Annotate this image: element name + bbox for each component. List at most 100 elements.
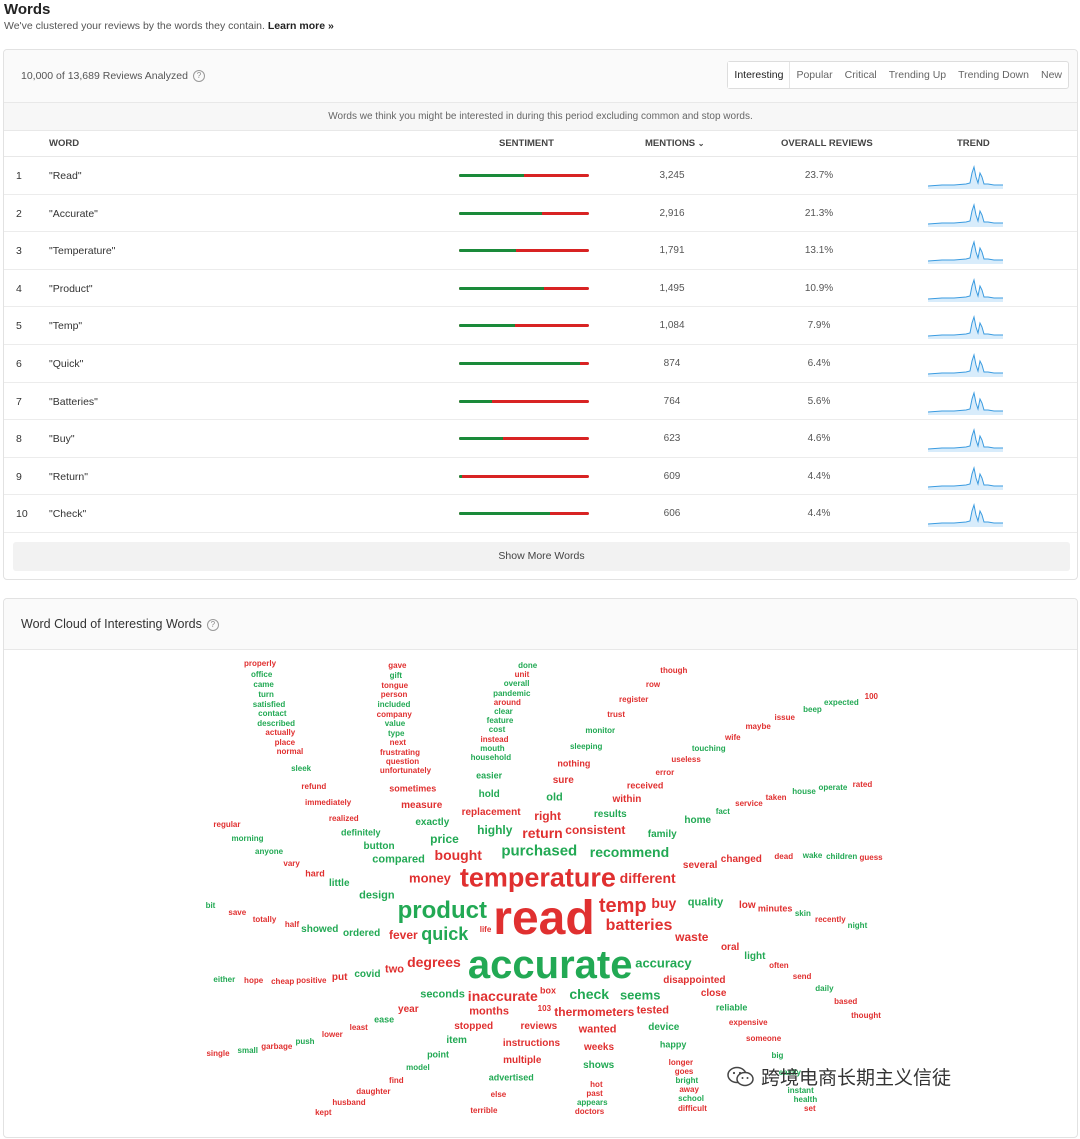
cloud-word[interactable]: buy [651, 896, 676, 910]
cloud-word[interactable]: showed [301, 924, 338, 935]
cloud-word[interactable]: received [627, 781, 664, 791]
cloud-word[interactable]: turn [258, 690, 274, 699]
cloud-word[interactable]: though [660, 666, 687, 675]
cloud-word[interactable]: husband [332, 1099, 365, 1107]
cloud-word[interactable]: advertised [489, 1073, 534, 1083]
cloud-word[interactable]: type [388, 729, 404, 738]
cloud-word[interactable]: wake [803, 852, 823, 860]
cloud-word[interactable]: hot [590, 1080, 602, 1089]
cloud-word[interactable]: life [480, 925, 492, 934]
cloud-word[interactable]: mouth [480, 744, 504, 753]
row-word[interactable]: "Product" [49, 283, 93, 295]
cloud-word[interactable]: thought [851, 1012, 881, 1020]
cloud-word[interactable]: bright [675, 1076, 698, 1085]
table-row[interactable]: 5 "Temp" 1,084 7.9% [4, 307, 1077, 345]
cloud-word[interactable]: night [848, 922, 868, 930]
cloud-word[interactable]: past [586, 1089, 602, 1098]
cloud-word[interactable]: stopped [454, 1021, 493, 1032]
cloud-word[interactable]: nothing [557, 759, 590, 768]
cloud-word[interactable]: overall [504, 680, 530, 688]
cloud-word[interactable]: lower [322, 1031, 343, 1039]
cloud-word[interactable]: home [684, 815, 711, 826]
cloud-word[interactable]: done [518, 662, 537, 670]
row-word[interactable]: "Temperature" [49, 245, 115, 257]
cloud-word[interactable]: device [648, 1022, 679, 1033]
cloud-word[interactable]: gift [390, 671, 402, 680]
cloud-word[interactable]: cost [489, 726, 505, 734]
cloud-word[interactable]: tested [637, 1005, 669, 1016]
cloud-word[interactable]: ease [374, 1015, 394, 1024]
cloud-word[interactable]: button [364, 842, 395, 852]
cloud-word[interactable]: person [381, 691, 408, 699]
cloud-word[interactable]: error [656, 768, 675, 777]
cloud-word[interactable]: light [744, 951, 765, 962]
cloud-word[interactable]: results [594, 809, 627, 820]
cloud-word[interactable]: morning [231, 835, 263, 843]
cloud-word[interactable]: value [385, 720, 405, 728]
cloud-word[interactable]: accuracy [635, 956, 691, 969]
table-row[interactable]: 7 "Batteries" 764 5.6% [4, 383, 1077, 421]
cloud-word[interactable]: covid [354, 969, 380, 980]
cloud-word[interactable]: difficult [678, 1104, 707, 1113]
cloud-word[interactable]: reviews [520, 1021, 557, 1032]
cloud-word[interactable]: monitor [585, 726, 615, 735]
cloud-word[interactable]: compared [372, 854, 425, 866]
cloud-word[interactable]: family [648, 830, 677, 840]
cloud-word[interactable]: close [701, 989, 727, 999]
cloud-word[interactable]: health [794, 1096, 818, 1104]
cloud-word[interactable]: exactly [415, 817, 449, 828]
cloud-word[interactable]: question [386, 757, 419, 766]
cloud-word[interactable]: realized [329, 814, 359, 823]
cloud-word[interactable]: unit [515, 671, 530, 679]
cloud-word[interactable]: either [213, 976, 235, 984]
cloud-word[interactable]: trust [607, 711, 625, 719]
cloud-word[interactable]: accurate [468, 945, 633, 985]
cloud-word[interactable]: box [540, 986, 556, 996]
cloud-word[interactable]: vary [283, 859, 299, 868]
cloud-word[interactable]: properly [244, 660, 276, 668]
cloud-word[interactable]: instructions [503, 1039, 560, 1049]
table-row[interactable]: 9 "Return" 609 4.4% [4, 458, 1077, 496]
cloud-word[interactable]: pandemic [493, 689, 530, 698]
cloud-word[interactable]: item [446, 1036, 467, 1046]
cloud-word[interactable]: kept [315, 1108, 331, 1117]
show-more-button[interactable]: Show More Words [13, 542, 1070, 571]
cloud-word[interactable]: old [546, 792, 563, 804]
table-row[interactable]: 1 "Read" 3,245 23.7% [4, 157, 1077, 195]
cloud-word[interactable]: house [792, 788, 816, 796]
table-row[interactable]: 3 "Temperature" 1,791 13.1% [4, 232, 1077, 270]
cloud-word[interactable]: find [389, 1076, 404, 1085]
row-word[interactable]: "Return" [49, 471, 88, 483]
help-icon[interactable]: ? [192, 70, 205, 83]
cloud-word[interactable]: came [253, 680, 273, 689]
cloud-word[interactable]: wife [725, 733, 741, 742]
cloud-word[interactable]: tongue [381, 681, 408, 690]
cloud-word[interactable]: hard [305, 869, 325, 879]
cloud-word[interactable]: longer [669, 1058, 693, 1067]
cloud-word[interactable]: service [735, 800, 763, 808]
cloud-word[interactable]: return [522, 826, 562, 840]
cloud-word[interactable]: immediately [305, 798, 351, 807]
cloud-word[interactable]: frustrating [380, 748, 420, 757]
cloud-word[interactable]: seconds [420, 989, 465, 1000]
tab-critical[interactable]: Critical [839, 62, 883, 88]
cloud-word[interactable]: next [390, 739, 406, 747]
cloud-word[interactable]: around [494, 698, 521, 707]
cloud-word[interactable]: 100 [865, 692, 878, 701]
cloud-word[interactable]: hold [479, 789, 500, 800]
cloud-word[interactable]: measure [401, 801, 442, 811]
cloud-word[interactable]: wanted [579, 1024, 617, 1035]
cloud-word[interactable]: recently [815, 915, 846, 924]
cloud-word[interactable]: year [398, 1005, 419, 1015]
cloud-word[interactable]: office [251, 670, 272, 679]
cloud-word[interactable]: minutes [758, 904, 793, 914]
cloud-word[interactable]: consistent [565, 824, 625, 836]
cloud-word[interactable]: instead [480, 735, 508, 744]
cloud-word[interactable]: read [493, 895, 594, 943]
cloud-word[interactable]: push [295, 1037, 314, 1046]
cloud-word[interactable]: refund [301, 782, 326, 791]
cloud-word[interactable]: sometimes [389, 784, 436, 793]
table-row[interactable]: 2 "Accurate" 2,916 21.3% [4, 195, 1077, 233]
cloud-word[interactable]: rated [853, 780, 873, 789]
cloud-word[interactable]: fever [389, 929, 418, 941]
